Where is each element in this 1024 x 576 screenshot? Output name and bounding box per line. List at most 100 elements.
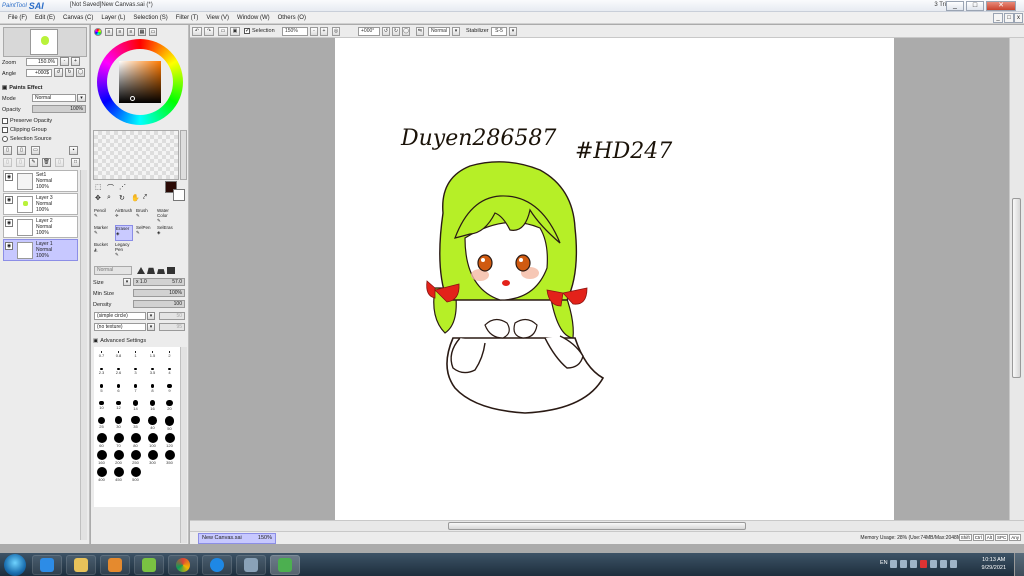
layer-mask-icon[interactable]: □	[71, 158, 80, 167]
pencil-tool[interactable]: Pencil ✎	[94, 208, 112, 224]
document-tab[interactable]: New Canvas.sai 150%	[198, 533, 276, 544]
brush-size-preset[interactable]: 200	[111, 449, 126, 465]
shape-preset-icon[interactable]	[137, 267, 145, 274]
magic-wand-icon[interactable]: ⋰	[119, 183, 126, 191]
brush-size-preset[interactable]: 5	[94, 381, 109, 397]
navigator-preview[interactable]	[3, 27, 87, 57]
brush-size-preset[interactable]: 70	[111, 432, 126, 448]
flip-icon[interactable]: ⇋	[416, 27, 424, 36]
zoom-out-icon[interactable]: -	[310, 27, 318, 36]
stabilizer-select[interactable]: S-5	[491, 27, 507, 36]
layer-item[interactable]: ◉ Layer 3 Normal 100%	[3, 193, 78, 215]
maximize-button[interactable]: □	[966, 1, 984, 11]
menu-edit[interactable]: Edit (E)	[33, 12, 61, 23]
brush-size-preset[interactable]: 8	[145, 381, 160, 397]
tray-icon[interactable]	[890, 560, 897, 568]
opacity-slider[interactable]: 100%	[32, 105, 86, 113]
brush-size-preset[interactable]: 35	[128, 415, 143, 431]
brush-size-preset[interactable]: 1	[128, 347, 143, 363]
menu-file[interactable]: File (F)	[6, 12, 33, 23]
lasso-icon[interactable]: ⌒	[107, 183, 114, 193]
move-icon[interactable]: ✥	[95, 194, 101, 202]
preserve-opacity-checkbox[interactable]	[2, 117, 8, 124]
watercolor-tool[interactable]: Water Color ✎	[157, 208, 175, 224]
media-taskbar-button[interactable]	[100, 555, 130, 575]
brush-size-preset[interactable]: 250	[128, 449, 143, 465]
chrome-taskbar-button[interactable]	[168, 555, 198, 575]
doc-restore-button[interactable]: □	[1004, 13, 1014, 23]
menu-layer[interactable]: Layer (L)	[99, 12, 131, 23]
brush-size-preset[interactable]: 12	[111, 398, 126, 414]
mode-dropdown-icon[interactable]: ▾	[77, 94, 86, 102]
angle-select[interactable]: +000°	[358, 27, 380, 36]
brush-size-preset[interactable]: 160	[94, 449, 109, 465]
brush-size-preset[interactable]: 300	[145, 449, 160, 465]
swatches-tab-icon[interactable]: ▦	[138, 28, 146, 36]
layers-scrollbar[interactable]	[80, 170, 87, 540]
layer-properties-icon[interactable]: ▪	[69, 146, 78, 155]
menu-canvas[interactable]: Canvas (C)	[61, 12, 99, 23]
tray-icon[interactable]	[930, 560, 937, 568]
clipping-group-option[interactable]: Clipping Group	[2, 125, 47, 134]
tray-icon[interactable]	[910, 560, 917, 568]
airbrush-tool[interactable]: AirBrush ✈	[115, 208, 133, 224]
merge-layer-icon[interactable]: ▯	[55, 158, 64, 167]
brush-size-preset[interactable]: 10	[94, 398, 109, 414]
rotate-reset-icon[interactable]: ◯	[402, 27, 410, 36]
zoom-in-icon[interactable]: +	[320, 27, 328, 36]
selection-source-option[interactable]: Selection Source	[2, 134, 52, 143]
zoom-field[interactable]: 150.0%	[26, 58, 58, 66]
merge-down-icon[interactable]: ▯	[16, 158, 25, 167]
scratchpad-tab-icon[interactable]: ▭	[149, 28, 157, 36]
volume-icon[interactable]	[950, 560, 957, 568]
network-icon[interactable]	[940, 560, 947, 568]
blend-mode-select[interactable]: Normal	[428, 27, 450, 36]
legacy-pen-tool[interactable]: Legacy Pen ✎	[115, 242, 133, 258]
color-picker-dot[interactable]	[130, 96, 135, 101]
zoom-tool-icon[interactable]: ⌕	[107, 194, 111, 202]
new-linework-layer-icon[interactable]: ▯	[17, 146, 26, 155]
stabilizer-dropdown-icon[interactable]: ▾	[509, 27, 517, 36]
hand-tool-icon[interactable]: ✋	[131, 194, 140, 202]
min-size-slider[interactable]: 100%	[133, 289, 185, 297]
zoom-reset-icon[interactable]: ◎	[332, 27, 340, 36]
zoom-select[interactable]: 150%	[282, 27, 308, 36]
eraser-tool[interactable]: Eraser ◈	[115, 225, 133, 241]
minimize-button[interactable]: _	[946, 1, 964, 11]
copy-layer-icon[interactable]: ▯	[3, 158, 12, 167]
advanced-settings-toggle[interactable]: ▣ Advanced Settings	[93, 336, 146, 345]
sai-taskbar-button[interactable]	[270, 555, 300, 575]
brush-size-preset[interactable]: 2	[162, 347, 177, 363]
brush-size-preset[interactable]: 120	[162, 432, 177, 448]
color-wheel-tab-icon[interactable]	[94, 28, 102, 36]
clear-layer-icon[interactable]: ✎	[29, 158, 38, 167]
brush-shape-select[interactable]: (simple circle)	[94, 312, 146, 320]
show-desktop-button[interactable]	[1014, 553, 1024, 576]
paint-effect-header[interactable]: ▣ Paints Effect	[2, 83, 43, 92]
brush-size-preset[interactable]: 20	[162, 398, 177, 414]
rgb-slider-tab-icon[interactable]: ≡	[105, 28, 113, 36]
nav-zoom-out-icon[interactable]: -	[60, 57, 69, 66]
brush-size-preset[interactable]: 80	[128, 432, 143, 448]
tray-icon[interactable]	[900, 560, 907, 568]
vertical-scroll-thumb[interactable]	[1012, 198, 1021, 378]
scratchpad-area[interactable]	[93, 130, 179, 180]
brush-size-preset[interactable]: 7	[128, 381, 143, 397]
brush-size-preset[interactable]: 30	[111, 415, 126, 431]
brush-size-preset[interactable]: 6	[111, 381, 126, 397]
invert-selection-icon[interactable]: ▣	[230, 27, 240, 36]
brush-size-preset[interactable]: 9	[162, 381, 177, 397]
size-slider[interactable]: x 1.0 57.0	[133, 278, 185, 286]
shape-strength[interactable]: 50	[159, 312, 185, 320]
brush-size-preset[interactable]: 450	[111, 466, 126, 482]
brush-size-preset[interactable]: 500	[128, 466, 143, 482]
layer-item[interactable]: ◉ Layer 2 Normal 100%	[3, 216, 78, 238]
shape-preset-icon[interactable]	[157, 269, 165, 274]
angle-field[interactable]: +000$	[26, 69, 52, 77]
brush-size-preset[interactable]: 400	[94, 466, 109, 482]
menu-window[interactable]: Window (W)	[235, 12, 276, 23]
mode-select[interactable]: Normal	[32, 94, 76, 102]
brush-size-preset[interactable]: 0.8	[111, 347, 126, 363]
brush-size-preset[interactable]: 100	[145, 432, 160, 448]
new-folder-icon[interactable]: ▭	[31, 146, 40, 155]
